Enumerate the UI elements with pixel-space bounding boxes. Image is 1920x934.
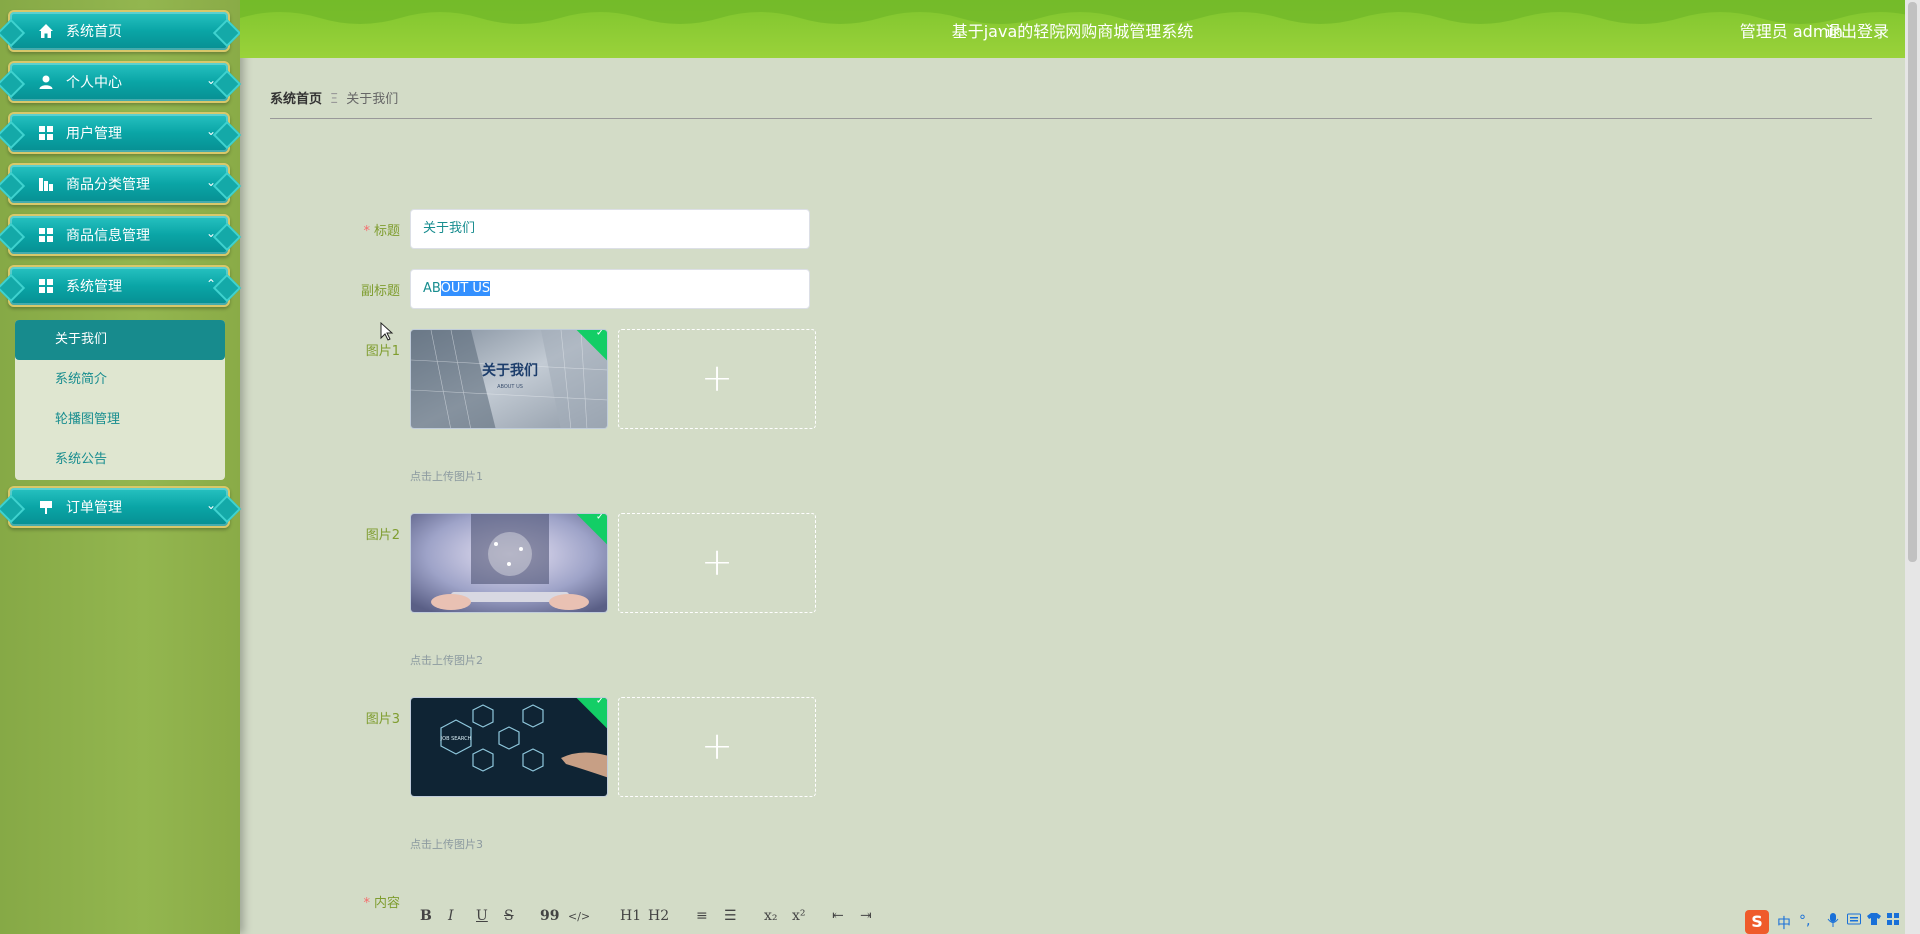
plus-icon: +: [701, 540, 733, 584]
superscript-button[interactable]: x²: [792, 908, 806, 924]
subtitle-selection: OUT US: [440, 281, 491, 296]
outdent-button[interactable]: ⇤: [832, 908, 844, 924]
submenu-item-about[interactable]: 关于我们: [15, 320, 225, 360]
microphone-icon[interactable]: [1827, 913, 1839, 931]
plus-icon: +: [701, 724, 733, 768]
subtitle-input[interactable]: ABOUT US: [410, 269, 810, 309]
sogou-ime-icon[interactable]: S: [1745, 910, 1769, 934]
grid-icon: [38, 125, 54, 141]
menu-item-product[interactable]: 商品信息管理 ⌄: [8, 214, 230, 256]
chevron-down-icon: ⌄: [205, 124, 216, 138]
svg-text:关于我们: 关于我们: [482, 362, 538, 379]
subscript-button[interactable]: x₂: [764, 908, 778, 924]
content-label: * 内容: [363, 896, 400, 911]
job-search-photo: JOB SEARCH: [411, 698, 607, 796]
menu-item-home[interactable]: 系统首页: [8, 10, 230, 52]
code-block-button[interactable]: </>: [568, 910, 590, 923]
svg-text:ABOUT US: ABOUT US: [497, 384, 523, 390]
ime-lang-toggle[interactable]: 中: [1777, 913, 1791, 933]
ordered-list-button[interactable]: ≡: [696, 908, 708, 924]
menu-item-personal[interactable]: 个人中心 ⌄: [8, 61, 230, 103]
menu-label: 商品信息管理: [66, 228, 150, 244]
menu-label: 订单管理: [66, 500, 122, 516]
strike-button[interactable]: S: [504, 908, 514, 924]
image1-upload-button[interactable]: +: [618, 329, 816, 429]
underline-button[interactable]: U: [476, 908, 488, 924]
image2-thumbnail[interactable]: ✓: [410, 513, 608, 613]
tablet-photo: [411, 514, 607, 612]
breadcrumb-home[interactable]: 系统首页: [270, 92, 322, 107]
heading1-button[interactable]: H1: [620, 908, 641, 924]
heading2-button[interactable]: H2: [648, 908, 669, 924]
menu-item-category[interactable]: 商品分类管理 ⌄: [8, 163, 230, 205]
image2-upload-tip: 点击上传图片2: [410, 654, 483, 667]
menu-label: 系统管理: [66, 279, 122, 295]
menu-item-orders[interactable]: 订单管理 ⌄: [8, 486, 230, 528]
mouse-cursor-icon: [380, 322, 394, 341]
home-icon: [38, 23, 54, 39]
image1-label: 图片1: [365, 344, 400, 359]
image2-label: 图片2: [365, 528, 400, 543]
chevron-down-icon: ⌄: [205, 73, 216, 87]
blockquote-button[interactable]: 99: [540, 908, 559, 924]
app-title: 基于java的轻院网购商城管理系统: [951, 22, 1194, 41]
breadcrumb: 系统首页 Ξ 关于我们: [270, 88, 398, 107]
submenu-item-intro[interactable]: 系统简介: [15, 360, 225, 400]
italic-button[interactable]: I: [448, 908, 454, 924]
chart-icon: [38, 176, 54, 192]
page-scrollbar[interactable]: [1905, 0, 1920, 934]
chevron-down-icon: ⌄: [205, 175, 216, 189]
grid-icon: [38, 278, 54, 294]
menu-label: 个人中心: [66, 75, 122, 91]
top-header: 基于java的轻院网购商城管理系统 管理员 admin 退出登录: [240, 0, 1905, 58]
image3-label: 图片3: [365, 712, 400, 727]
user-icon: [38, 74, 54, 90]
main-content: 系统首页 Ξ 关于我们 * 标题 关于我们 副标题 ABOUT US 图片1 关于我们…: [240, 58, 1905, 934]
bold-button[interactable]: B: [420, 908, 432, 924]
bullet-list-button[interactable]: ☰: [724, 908, 737, 924]
subtitle-text: AB: [423, 281, 441, 296]
ime-toolbar: S 中 °,: [1725, 910, 1905, 934]
menu-label: 用户管理: [66, 126, 122, 142]
logout-link[interactable]: 退出登录: [1825, 18, 1889, 42]
svg-text:JOB SEARCH: JOB SEARCH: [440, 736, 472, 742]
chevron-down-icon: ⌄: [205, 498, 216, 512]
keyboard-icon[interactable]: [1847, 913, 1861, 929]
image2-upload-button[interactable]: +: [618, 513, 816, 613]
subtitle-label: 副标题: [360, 284, 400, 299]
building-photo: 关于我们 ABOUT US: [411, 330, 607, 428]
image3-thumbnail[interactable]: JOB SEARCH ✓: [410, 697, 608, 797]
system-submenu: 关于我们 系统简介 轮播图管理 系统公告: [15, 320, 225, 480]
image1-upload-tip: 点击上传图片1: [410, 470, 483, 483]
plus-icon: +: [701, 356, 733, 400]
sidebar: 系统首页 个人中心 ⌄ 用户管理 ⌄ 商品分类管理 ⌄ 商品信息管理 ⌄ 系统管…: [0, 0, 240, 934]
grid-icon: [38, 227, 54, 243]
skin-icon[interactable]: [1867, 913, 1881, 929]
check-icon: ✓: [595, 513, 605, 523]
ime-punct-toggle[interactable]: °,: [1799, 913, 1810, 929]
grid-menu-icon[interactable]: [1887, 913, 1899, 929]
flag-icon: [38, 499, 54, 515]
chevron-down-icon: ⌄: [205, 226, 216, 240]
indent-button[interactable]: ⇥: [860, 908, 872, 924]
menu-label: 系统首页: [66, 24, 122, 40]
breadcrumb-current: 关于我们: [346, 92, 399, 107]
chevron-up-icon: ⌃: [205, 277, 216, 291]
image1-thumbnail[interactable]: 关于我们 ABOUT US ✓: [410, 329, 608, 429]
breadcrumb-separator: Ξ: [330, 92, 339, 107]
title-label: * 标题: [363, 224, 400, 239]
image3-upload-tip: 点击上传图片3: [410, 838, 483, 851]
check-icon: ✓: [595, 329, 605, 339]
submenu-item-notice[interactable]: 系统公告: [15, 440, 225, 480]
menu-label: 商品分类管理: [66, 177, 150, 193]
image3-upload-button[interactable]: +: [618, 697, 816, 797]
scrollbar-thumb[interactable]: [1908, 2, 1917, 562]
menu-item-users[interactable]: 用户管理 ⌄: [8, 112, 230, 154]
submenu-item-carousel[interactable]: 轮播图管理: [15, 400, 225, 440]
breadcrumb-divider: [270, 118, 1872, 119]
menu-item-system[interactable]: 系统管理 ⌃: [8, 265, 230, 307]
check-icon: ✓: [595, 697, 605, 707]
title-input[interactable]: 关于我们: [410, 209, 810, 249]
